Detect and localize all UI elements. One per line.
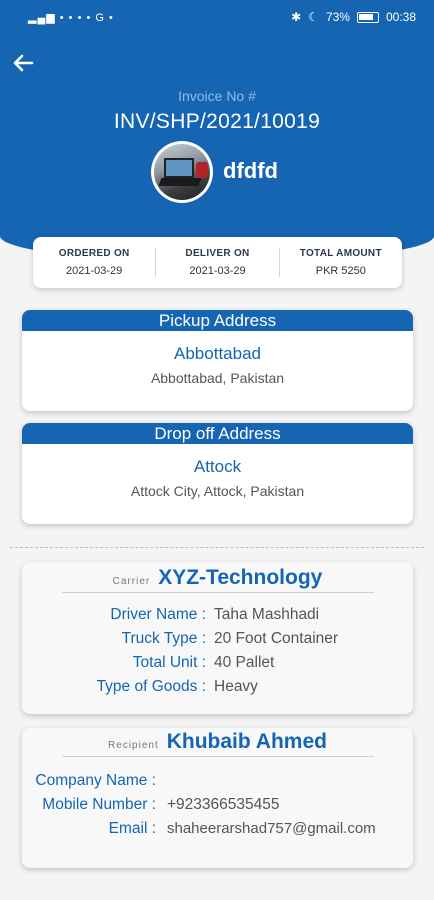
pickup-city: Abbottabad	[174, 344, 261, 363]
bluetooth-icon: ✱	[291, 10, 302, 24]
pickup-address-card: Pickup Address Abbottabad Abbottabad, Pa…	[22, 310, 413, 411]
invoice-label: Invoice No #	[178, 88, 256, 104]
arrow-left-icon	[13, 54, 34, 72]
driver-name-row: Driver Name : Taha Mashhadi	[22, 603, 413, 627]
total-amount-label: TOTAL AMOUNT	[299, 248, 382, 259]
email-value[interactable]: shaheerarshad757@gmail.com	[167, 817, 376, 841]
moon-icon: ☾	[308, 10, 319, 24]
ordered-on: ORDERED ON 2021-03-29	[33, 248, 155, 277]
battery-percent: 73%	[325, 10, 350, 24]
recipient-card: Recipient Khubaib Ahmed Company Name : M…	[22, 728, 413, 868]
status-bar: ▂▄▆ • • • • G • ✱ ☾ 73% 00:38	[0, 0, 434, 34]
driver-name-key: Driver Name :	[110, 606, 206, 623]
total-amount: TOTAL AMOUNT PKR 5250	[278, 248, 402, 277]
status-icons: ▂▄▆ • • • • G •	[28, 11, 114, 24]
ordered-on-label: ORDERED ON	[58, 248, 130, 259]
back-button[interactable]	[8, 48, 38, 78]
mobile-number-value[interactable]: +923366535455	[167, 793, 280, 817]
driver-name-value: Taha Mashhadi	[214, 606, 320, 623]
truck-type-value: 20 Foot Container	[214, 630, 339, 647]
deliver-on: DELIVER ON 2021-03-29	[155, 248, 278, 277]
shop-name: dfdfd	[223, 158, 278, 183]
order-summary-card: ORDERED ON 2021-03-29 DELIVER ON 2021-03…	[33, 237, 402, 288]
clock: 00:38	[385, 10, 416, 24]
total-unit-row: Total Unit : 40 Pallet	[22, 651, 413, 675]
goods-type-value: Heavy	[214, 678, 258, 695]
pickup-title: Pickup Address	[22, 310, 413, 331]
carrier-card: Carrier XYZ-Technology Driver Name : Tah…	[22, 562, 413, 714]
email-row: Email : shaheerarshad757@gmail.com	[22, 817, 413, 841]
deliver-on-label: DELIVER ON	[185, 248, 250, 259]
mobile-number-row: Mobile Number : +923366535455	[22, 793, 413, 817]
dropoff-address: Attock City, Attock, Pakistan	[130, 483, 305, 499]
battery-icon	[356, 11, 379, 23]
dropoff-title: Drop off Address	[22, 423, 413, 444]
signal-icons: ▂▄▆ • • • • G •	[28, 11, 114, 24]
total-amount-value: PKR 5250	[315, 265, 366, 277]
mobile-number-key: Mobile Number :	[42, 796, 156, 813]
carrier-name: XYZ-Technology	[158, 566, 323, 589]
dropoff-city: Attock	[193, 457, 242, 476]
carrier-rule	[61, 592, 374, 593]
recipient-name: Khubaib Ahmed	[166, 730, 327, 753]
total-unit-key: Total Unit :	[132, 654, 206, 671]
truck-type-row: Truck Type : 20 Foot Container	[22, 627, 413, 651]
pickup-address: Abbottabad, Pakistan	[150, 370, 285, 386]
shop-avatar	[151, 141, 213, 203]
recipient-label: Recipient	[108, 740, 159, 751]
shop-image	[154, 144, 210, 200]
deliver-on-value: 2021-03-29	[189, 265, 246, 277]
truck-type-key: Truck Type :	[121, 630, 206, 647]
dropoff-address-card: Drop off Address Attock Attock City, Att…	[22, 423, 413, 524]
email-key: Email :	[108, 820, 156, 837]
recipient-rule	[61, 756, 374, 757]
ordered-on-value: 2021-03-29	[66, 265, 123, 277]
section-divider	[10, 547, 424, 548]
goods-type-key: Type of Goods :	[96, 678, 206, 695]
carrier-label: Carrier	[112, 576, 151, 587]
company-name-row: Company Name :	[22, 769, 413, 793]
company-name-key: Company Name :	[35, 772, 156, 789]
goods-type-row: Type of Goods : Heavy	[22, 675, 413, 699]
total-unit-value: 40 Pallet	[214, 654, 275, 671]
invoice-number: INV/SHP/2021/10019	[113, 110, 321, 133]
